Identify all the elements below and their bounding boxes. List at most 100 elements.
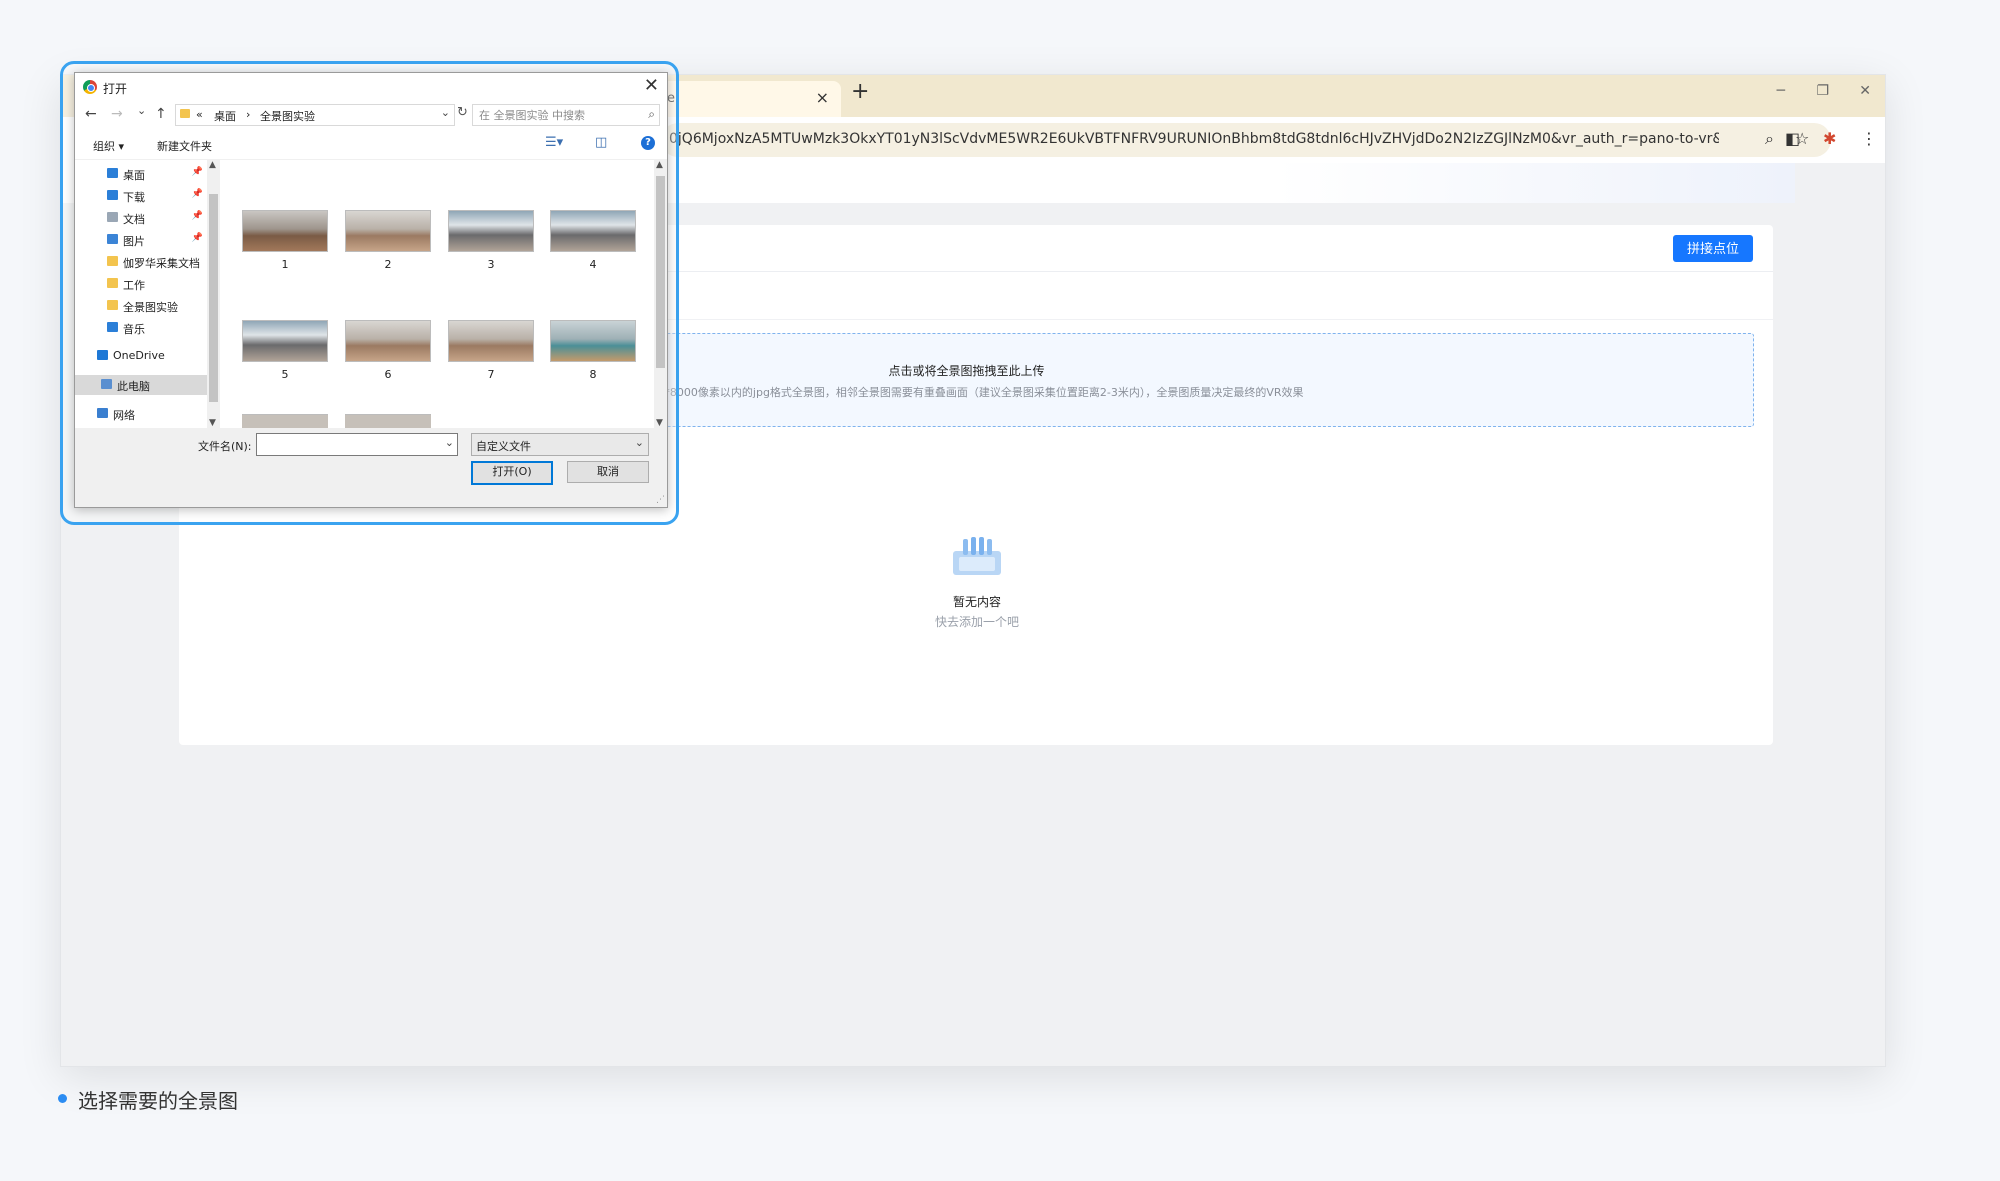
path-prefix: « xyxy=(196,108,203,121)
recent-locations-icon[interactable]: ⌄ xyxy=(137,104,146,117)
path-separator: › xyxy=(246,108,251,121)
back-icon[interactable]: ← xyxy=(85,106,97,122)
filename-input[interactable] xyxy=(260,436,440,453)
file-name: 5 xyxy=(281,368,289,381)
dialog-close-icon[interactable]: ✕ xyxy=(644,75,659,96)
restore-icon[interactable]: ❐ xyxy=(1816,83,1829,99)
extension-icon[interactable]: ✱ xyxy=(1823,129,1836,148)
file-item[interactable]: 2 xyxy=(345,210,431,280)
browser-tab[interactable]: e × xyxy=(661,81,841,117)
up-icon[interactable]: ↑ xyxy=(155,106,167,122)
resize-grip-icon[interactable]: ⋰ xyxy=(656,495,665,505)
dialog-title: 打开 xyxy=(103,82,128,96)
panorama-thumbnail xyxy=(242,320,328,362)
open-button[interactable]: 打开(O) xyxy=(471,461,553,485)
sidebar-item-label: 图片 xyxy=(123,235,145,248)
forward-icon[interactable]: → xyxy=(111,106,123,122)
sidebar-item[interactable]: OneDrive xyxy=(75,346,207,366)
panorama-thumbnail xyxy=(550,320,636,362)
new-tab-button[interactable]: + xyxy=(851,79,869,104)
minimize-icon[interactable]: ─ xyxy=(1777,83,1785,99)
sidebar-item[interactable]: 桌面 📌 xyxy=(75,164,207,184)
file-item-partial[interactable] xyxy=(242,414,328,428)
sidebar-item[interactable]: 文档 📌 xyxy=(75,208,207,228)
file-item[interactable]: 7 xyxy=(448,320,534,390)
file-item[interactable]: 4 xyxy=(550,210,636,280)
stitch-points-button[interactable]: 拼接点位 xyxy=(1672,235,1753,262)
scroll-down-icon[interactable]: ▼ xyxy=(656,418,663,428)
window-close-icon[interactable]: ✕ xyxy=(1859,83,1871,99)
download-icon xyxy=(107,190,118,200)
search-icon: ⌕ xyxy=(648,107,655,121)
file-type-select[interactable]: 自定义文件 ⌄ xyxy=(471,433,649,456)
file-item[interactable]: 1 xyxy=(242,210,328,280)
file-item[interactable]: 8 xyxy=(550,320,636,390)
filename-field[interactable]: ⌄ xyxy=(256,433,458,456)
panorama-thumbnail xyxy=(448,320,534,362)
search-input[interactable] xyxy=(477,107,641,123)
empty-state-title: 暂无内容 xyxy=(952,595,1001,609)
file-item[interactable]: 6 xyxy=(345,320,431,390)
panorama-thumbnail xyxy=(242,210,328,252)
file-name: 4 xyxy=(589,258,597,271)
path-segment-desktop[interactable]: 桌面 xyxy=(214,108,236,124)
document-icon xyxy=(107,212,118,222)
sidebar-item[interactable]: 全景图实验 xyxy=(75,296,207,316)
sidebar-item-label: 工作 xyxy=(123,279,145,292)
files-scrollbar[interactable]: ▲ ▼ xyxy=(654,160,667,428)
scrollbar-thumb[interactable] xyxy=(209,194,218,402)
help-icon[interactable]: ? xyxy=(641,136,655,150)
file-name: 3 xyxy=(487,258,495,271)
pictures-icon xyxy=(107,234,118,244)
address-path[interactable]: « 桌面 › 全景图实验 ⌄ xyxy=(175,104,455,126)
scroll-up-icon[interactable]: ▲ xyxy=(656,160,663,170)
file-item[interactable]: 5 xyxy=(242,320,328,390)
nav-scrollbar[interactable]: ▲ ▼ xyxy=(207,160,220,428)
chevron-down-icon[interactable]: ⌄ xyxy=(445,436,454,449)
scroll-down-icon[interactable]: ▼ xyxy=(209,418,216,428)
view-options-icon[interactable]: ☰▾ xyxy=(545,135,563,150)
sidebar-item-label: 桌面 xyxy=(123,169,145,182)
folder-icon xyxy=(107,278,118,288)
dialog-titlebar[interactable]: 打开 ✕ xyxy=(75,73,667,101)
sidebar-item[interactable]: 工作 xyxy=(75,274,207,294)
panorama-thumbnail xyxy=(448,210,534,252)
new-folder-button[interactable]: 新建文件夹 xyxy=(157,138,212,154)
chevron-down-icon[interactable]: ⌄ xyxy=(441,106,450,119)
file-item[interactable]: 3 xyxy=(448,210,534,280)
navigation-pane: 桌面 📌 下载 📌 文档 📌 图片 📌 伽罗华采集文档 工作 全景图实验 音乐 OneDrive 此电脑网… xyxy=(75,160,207,428)
music-icon xyxy=(107,322,118,332)
organize-menu[interactable]: 组织 ▾ xyxy=(93,138,124,154)
sidebar-item-label: 此电脑 xyxy=(117,380,150,393)
sidebar-item[interactable]: 伽罗华采集文档 xyxy=(75,252,207,272)
refresh-icon[interactable]: ↻ xyxy=(457,105,468,120)
file-list: 1 2 3 4 5 6 7 8 xyxy=(220,160,654,428)
folder-icon xyxy=(107,256,118,266)
caption-text: 选择需要的全景图 xyxy=(78,1089,238,1113)
scrollbar-thumb[interactable] xyxy=(656,176,665,368)
sidebar-item[interactable]: 网络 xyxy=(75,404,207,424)
kebab-menu-icon[interactable]: ⋮ xyxy=(1861,129,1877,148)
scroll-up-icon[interactable]: ▲ xyxy=(209,160,216,170)
cancel-button[interactable]: 取消 xyxy=(567,461,649,483)
side-panel-icon[interactable]: ◧ xyxy=(1785,129,1800,148)
sidebar-item[interactable]: 音乐 xyxy=(75,318,207,338)
file-item-partial[interactable] xyxy=(345,414,431,428)
url-text[interactable]: 0jQ6MjoxNzA5MTUwMzk3OkxYT01yN3lScVdvME5W… xyxy=(669,131,1719,147)
panorama-thumbnail xyxy=(345,320,431,362)
file-open-dialog: 打开 ✕ ← → ⌄ ↑ « 桌面 › 全景图实验 ⌄ ↻ ⌕ 组织 ▾ 新建文… xyxy=(74,72,668,508)
preview-pane-icon[interactable]: ◫ xyxy=(595,135,607,150)
path-segment-folder[interactable]: 全景图实验 xyxy=(260,108,315,124)
zoom-icon[interactable]: ⌕ xyxy=(1765,129,1774,149)
sidebar-item[interactable]: 图片 📌 xyxy=(75,230,207,250)
tab-close-icon[interactable]: × xyxy=(816,88,829,107)
sidebar-item-label: 网络 xyxy=(113,409,135,422)
address-bar[interactable]: 0jQ6MjoxNzA5MTUwMzk3OkxYT01yN3lScVdvME5W… xyxy=(661,123,1831,157)
computer-icon xyxy=(101,379,112,389)
search-box[interactable]: ⌕ xyxy=(472,104,660,126)
sidebar-item[interactable]: 下载 📌 xyxy=(75,186,207,206)
chevron-down-icon: ⌄ xyxy=(634,436,644,449)
pin-icon: 📌 xyxy=(191,211,203,221)
panorama-thumbnail xyxy=(345,210,431,252)
sidebar-item[interactable]: 此电脑 xyxy=(75,375,207,395)
